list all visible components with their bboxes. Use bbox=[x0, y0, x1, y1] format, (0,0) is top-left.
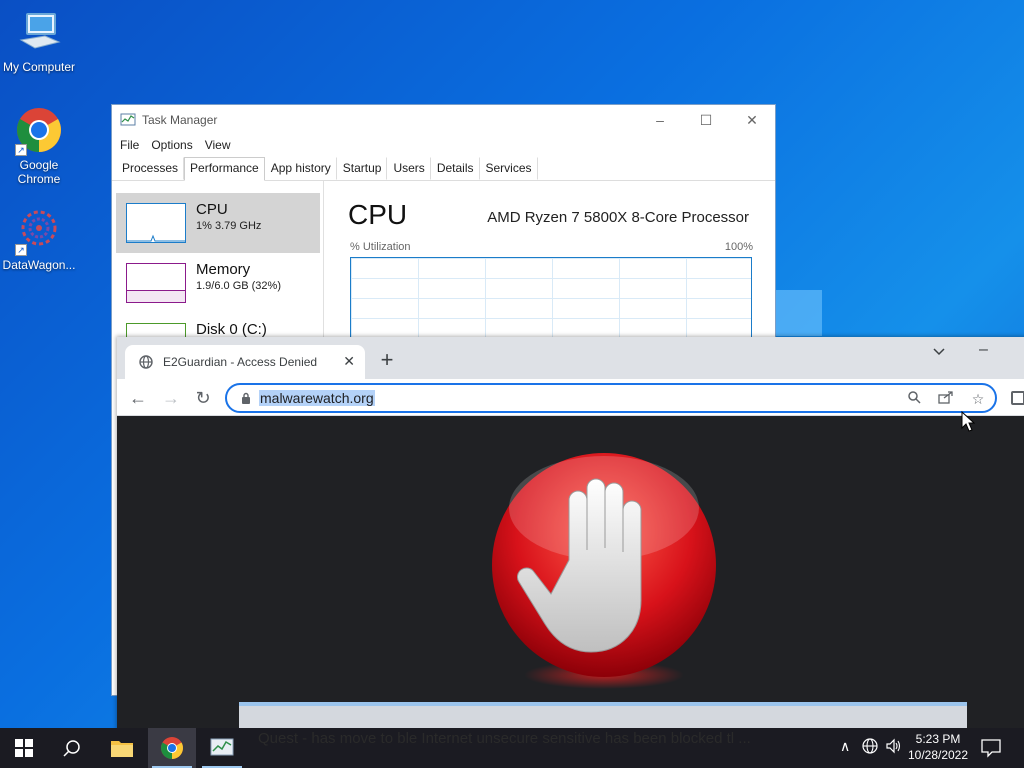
search-icon[interactable] bbox=[905, 390, 923, 408]
utilization-label: % Utilization bbox=[350, 241, 411, 253]
bookmark-star-icon[interactable]: ☆ bbox=[969, 390, 987, 408]
browser-window[interactable]: E2Guardian - Access Denied ✕ + – ← → ↻ m… bbox=[117, 337, 1024, 728]
tab-processes[interactable]: Processes bbox=[116, 157, 185, 180]
task-manager-icon bbox=[120, 113, 136, 126]
volume-icon[interactable] bbox=[886, 738, 902, 757]
chrome-icon[interactable] bbox=[148, 728, 196, 768]
utilization-max-label: 100% bbox=[724, 241, 753, 253]
desktop-icon-label: My Computer bbox=[2, 60, 76, 74]
lock-icon bbox=[242, 392, 250, 404]
stop-hand-icon bbox=[492, 453, 716, 689]
tab-bar: Processes Performance App history Startu… bbox=[112, 155, 775, 181]
cpu-thumbnail-graph bbox=[126, 203, 186, 243]
reload-icon[interactable]: ↻ bbox=[190, 385, 216, 411]
sidebar-item-detail: 1% 3.79 GHz bbox=[196, 220, 262, 232]
scrolling-ticker-text: Quest - has move to ble Internet unsecur… bbox=[258, 730, 751, 747]
desktop: My Computer ↗ Google Chrome ↗ DataWagon.… bbox=[0, 0, 1024, 728]
notification-icon[interactable] bbox=[980, 738, 1002, 758]
sidebar-item-label: CPU bbox=[196, 201, 228, 218]
window-title: Task Manager bbox=[142, 113, 218, 127]
forward-arrow-icon[interactable]: → bbox=[158, 385, 184, 411]
network-globe-icon[interactable] bbox=[862, 738, 878, 757]
side-panel-icon[interactable] bbox=[1011, 391, 1024, 405]
chrome-icon: ↗ bbox=[15, 106, 63, 156]
shortcut-arrow-icon: ↗ bbox=[15, 244, 27, 256]
desktop-icon-google-chrome[interactable]: ↗ Google Chrome bbox=[0, 106, 78, 186]
tab-title: E2Guardian - Access Denied bbox=[163, 355, 318, 369]
processor-name: AMD Ryzen 7 5800X 8-Core Processor bbox=[487, 209, 749, 226]
globe-icon bbox=[139, 355, 153, 369]
desktop-icon-datawagon[interactable]: ↗ DataWagon... bbox=[0, 206, 78, 272]
tab-users[interactable]: Users bbox=[387, 157, 431, 180]
new-tab-button[interactable]: + bbox=[375, 349, 399, 373]
system-clock[interactable]: 5:23 PM 10/28/2022 bbox=[906, 731, 970, 763]
start-icon[interactable] bbox=[0, 728, 48, 768]
tab-startup[interactable]: Startup bbox=[337, 157, 388, 180]
share-icon[interactable] bbox=[937, 390, 955, 408]
sidebar-item-detail: 1.9/6.0 GB (32%) bbox=[196, 280, 281, 292]
sidebar-item-label: Memory bbox=[196, 261, 251, 278]
task-manager-titlebar[interactable]: Task Manager – ☐ ✕ bbox=[112, 105, 775, 135]
mouse-cursor-icon bbox=[961, 411, 975, 432]
tab-services[interactable]: Services bbox=[480, 157, 538, 180]
menu-view[interactable]: View bbox=[205, 138, 231, 152]
close-button[interactable]: ✕ bbox=[729, 112, 775, 129]
sidebar-item-label: Disk 0 (C:) bbox=[196, 321, 267, 338]
browser-tabstrip: E2Guardian - Access Denied ✕ + – bbox=[117, 337, 1024, 379]
sidebar-item-cpu[interactable]: CPU 1% 3.79 GHz bbox=[116, 193, 320, 253]
computer-icon bbox=[15, 8, 63, 56]
minimize-button[interactable]: – bbox=[637, 112, 683, 129]
notice-banner bbox=[239, 702, 967, 728]
taskbar: Quest - has move to ble Internet unsecur… bbox=[0, 728, 1024, 768]
desktop-icon-my-computer[interactable]: My Computer bbox=[0, 8, 78, 74]
tab-performance[interactable]: Performance bbox=[184, 157, 265, 181]
desktop-icon-label: Google Chrome bbox=[17, 158, 61, 186]
tab-search-chevron-down-icon[interactable] bbox=[933, 345, 955, 365]
browser-tab[interactable]: E2Guardian - Access Denied ✕ bbox=[125, 345, 365, 379]
datawagon-icon: ↗ bbox=[15, 206, 63, 256]
menu-options[interactable]: Options bbox=[151, 138, 192, 152]
tab-details[interactable]: Details bbox=[431, 157, 480, 180]
search-icon[interactable] bbox=[48, 728, 96, 768]
windows-wallpaper-logo bbox=[776, 290, 822, 336]
address-bar[interactable]: malwarewatch.org ☆ bbox=[225, 383, 997, 413]
minimize-button[interactable]: – bbox=[979, 341, 1001, 361]
browser-toolbar: ← → ↻ malwarewatch.org ☆ bbox=[117, 379, 1024, 416]
tab-app-history[interactable]: App history bbox=[265, 157, 337, 180]
close-tab-icon[interactable]: ✕ bbox=[343, 353, 355, 370]
chevron-up-icon[interactable]: ∧ bbox=[840, 738, 850, 755]
memory-thumbnail-graph bbox=[126, 263, 186, 303]
menu-bar: File Options View bbox=[112, 135, 775, 155]
sidebar-item-memory[interactable]: Memory 1.9/6.0 GB (32%) bbox=[116, 253, 320, 313]
url-text[interactable]: malwarewatch.org bbox=[259, 390, 375, 406]
panel-title: CPU bbox=[348, 199, 408, 230]
task-manager-icon[interactable] bbox=[198, 728, 246, 768]
maximize-button[interactable]: ☐ bbox=[683, 112, 729, 129]
desktop-icon-label: DataWagon... bbox=[2, 258, 76, 272]
clock-date: 10/28/2022 bbox=[907, 748, 969, 762]
back-arrow-icon[interactable]: ← bbox=[125, 385, 151, 411]
menu-file[interactable]: File bbox=[120, 138, 139, 152]
page-content bbox=[117, 416, 1024, 728]
clock-time: 5:23 PM bbox=[915, 732, 961, 746]
shortcut-arrow-icon: ↗ bbox=[15, 144, 27, 156]
file-explorer-icon[interactable] bbox=[98, 728, 146, 768]
